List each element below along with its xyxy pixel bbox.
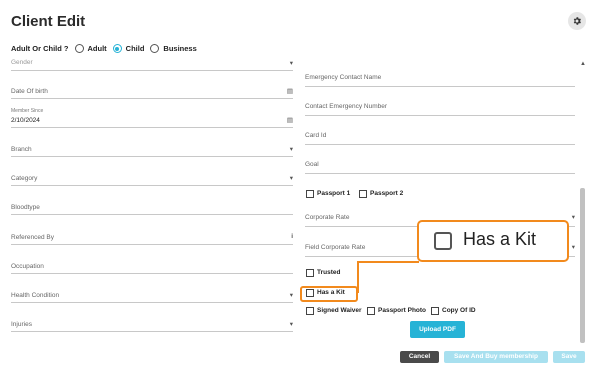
health-condition-label: Health Condition [11, 292, 60, 299]
settings-button[interactable] [568, 12, 586, 30]
info-icon[interactable]: i [291, 233, 293, 240]
callout-checkbox-icon [434, 232, 452, 250]
passport2-label: Passport 2 [370, 190, 404, 197]
member-since-value: 2/10/2024 [11, 117, 40, 124]
bloodtype-field[interactable]: Bloodtype [11, 202, 293, 215]
radio-child[interactable] [112, 44, 122, 53]
radio-child-label: Child [125, 44, 145, 53]
copy-of-id-label: Copy Of ID [442, 307, 476, 314]
injuries-select[interactable]: Injuries ▾ [11, 319, 293, 332]
upload-pdf-button[interactable]: Upload PDF [410, 321, 465, 338]
chevron-down-icon: ▾ [289, 292, 293, 299]
save-and-buy-button[interactable]: Save And Buy membership [444, 351, 548, 363]
client-type-group: Adult Or Child ? Adult Child Business [11, 44, 197, 53]
save-button[interactable]: Save [553, 351, 585, 363]
category-select[interactable]: Category ▾ [11, 173, 293, 186]
health-condition-select[interactable]: Health Condition ▾ [11, 290, 293, 303]
passport-photo-checkbox[interactable] [367, 307, 375, 315]
dob-field[interactable]: Date Of birth ▤ [11, 86, 293, 99]
passport2-checkbox[interactable] [359, 190, 367, 198]
occupation-label: Occupation [11, 263, 44, 270]
radio-business[interactable] [150, 44, 160, 53]
calendar-icon[interactable]: ▤ [287, 87, 293, 95]
goal-field[interactable]: Goal [305, 159, 575, 174]
emergency-contact-name-label: Emergency Contact Name [305, 74, 382, 81]
passport1-label: Passport 1 [317, 190, 351, 197]
callout-connector-vertical [357, 262, 359, 293]
trusted-checkbox[interactable] [306, 269, 314, 277]
chevron-down-icon: ▾ [289, 146, 293, 153]
radio-business-label: Business [163, 44, 197, 53]
goal-label: Goal [305, 161, 319, 168]
chevron-down-icon: ▾ [289, 321, 293, 328]
passport-photo-label: Passport Photo [378, 307, 427, 314]
radio-adult[interactable] [74, 44, 84, 53]
chevron-down-icon: ▾ [289, 175, 293, 182]
signed-waiver-label: Signed Waiver [317, 307, 362, 314]
card-id-field[interactable]: Card Id [305, 130, 575, 145]
passport1-checkbox[interactable] [306, 190, 314, 198]
signed-waiver-checkbox[interactable] [306, 307, 314, 315]
gender-select[interactable]: Gender ▾ [11, 58, 293, 71]
page-title: Client Edit [11, 13, 86, 30]
category-label: Category [11, 175, 38, 182]
member-since-field[interactable]: Member Since 2/10/2024 ▤ [11, 108, 293, 128]
field-corporate-rate-label: Field Corporate Rate [305, 244, 366, 251]
copy-of-id-checkbox[interactable] [431, 307, 439, 315]
dob-label: Date Of birth [11, 88, 48, 95]
callout-label: Has a Kit [463, 229, 537, 249]
corporate-rate-label: Corporate Rate [305, 214, 350, 221]
chevron-down-icon: ▾ [289, 60, 293, 67]
contact-emergency-number-field[interactable]: Contact Emergency Number [305, 101, 575, 116]
gear-icon [573, 17, 581, 25]
client-type-label: Adult Or Child ? [11, 44, 69, 53]
chevron-down-icon: ▾ [571, 214, 575, 221]
chevron-down-icon: ▾ [571, 244, 575, 251]
occupation-field[interactable]: Occupation [11, 261, 293, 274]
contact-emergency-number-label: Contact Emergency Number [305, 103, 388, 110]
referenced-by-label: Referenced By [11, 234, 54, 241]
callout-connector-horizontal [357, 261, 419, 263]
referenced-by-field[interactable]: Referenced By i [11, 232, 293, 245]
cancel-button[interactable]: Cancel [400, 351, 439, 363]
emergency-contact-name-field[interactable]: Emergency Contact Name [305, 72, 575, 87]
branch-select[interactable]: Branch ▾ [11, 144, 293, 157]
card-id-label: Card Id [305, 132, 327, 139]
scrollbar-thumb[interactable] [580, 188, 585, 343]
gender-label: Gender [11, 59, 33, 66]
branch-label: Branch [11, 146, 32, 153]
injuries-label: Injuries [11, 321, 32, 328]
calendar-icon[interactable]: ▤ [287, 116, 293, 124]
trusted-label: Trusted [317, 269, 341, 276]
has-kit-highlight [300, 286, 358, 302]
bloodtype-label: Bloodtype [11, 204, 40, 211]
has-kit-callout: Has a Kit [417, 220, 569, 262]
radio-adult-label: Adult [87, 44, 107, 53]
member-since-label: Member Since [11, 108, 44, 114]
scroll-up-icon[interactable]: ▲ [580, 61, 586, 67]
